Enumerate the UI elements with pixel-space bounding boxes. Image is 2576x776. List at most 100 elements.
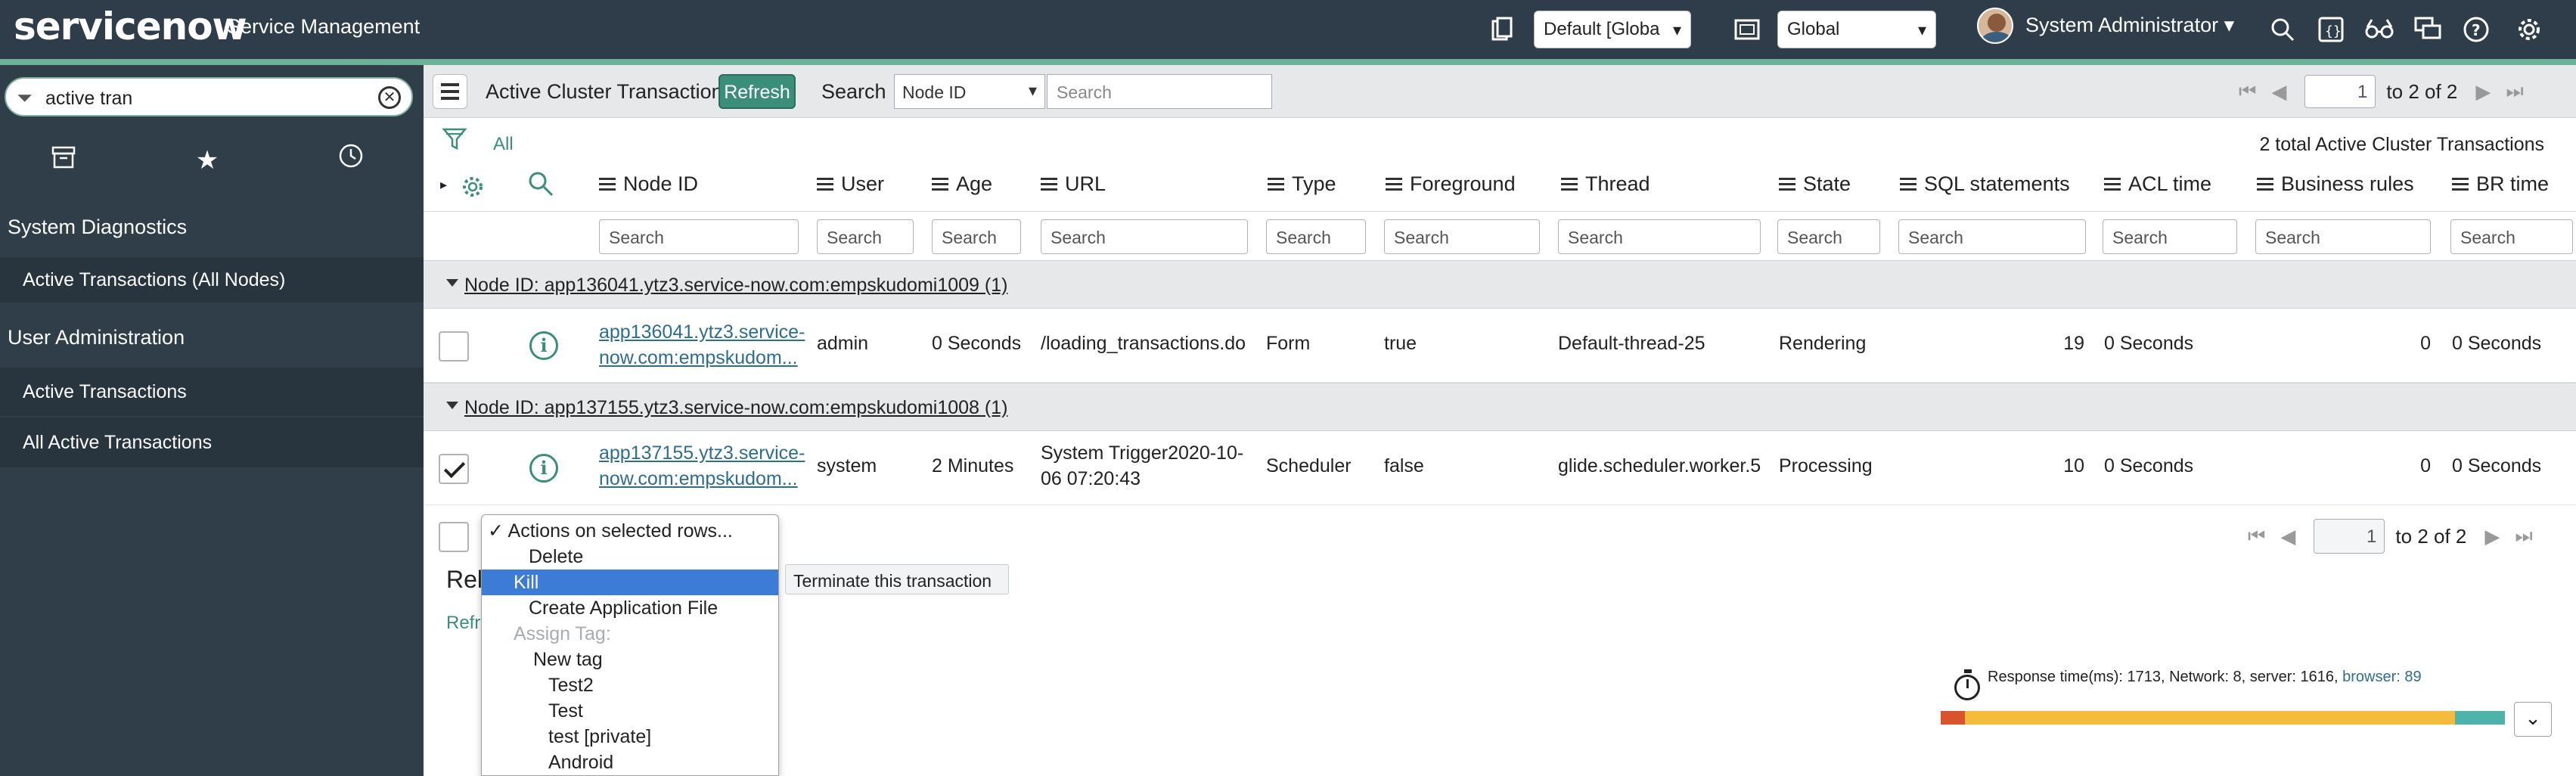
update-set-icon[interactable] <box>1487 11 1517 48</box>
page-number-input[interactable]: 1 <box>2304 75 2376 108</box>
filter-icon[interactable] <box>442 126 467 159</box>
first-page-icon[interactable]: ⏮ <box>2248 524 2265 548</box>
chevron-down-icon[interactable]: ⌄ <box>2514 702 2552 737</box>
column-menu-icon[interactable] <box>1268 178 1284 191</box>
age-search-input[interactable]: Search <box>932 219 1021 254</box>
nav-module-active-transactions-all-nodes[interactable]: Active Transactions (All Nodes) <box>0 257 424 303</box>
thread-search-input[interactable]: Search <box>1558 219 1761 254</box>
column-header-thread[interactable]: Thread <box>1561 172 1650 196</box>
column-header-type[interactable]: Type <box>1268 172 1336 196</box>
row-select-checkbox[interactable] <box>439 454 469 484</box>
group-label[interactable]: Node ID: app137155.ytz3.service-now.com:… <box>464 397 1007 419</box>
column-menu-icon[interactable] <box>2452 178 2469 191</box>
group-row-node-1[interactable]: Node ID: app136041.ytz3.service-now.com:… <box>424 260 2576 309</box>
search-icon[interactable] <box>2266 11 2299 48</box>
column-menu-icon[interactable] <box>599 178 616 191</box>
business-rules-search-input[interactable]: Search <box>2255 219 2431 254</box>
br-time-search-input[interactable]: Search <box>2450 219 2573 254</box>
search-field-select[interactable]: Node ID ▾ <box>894 74 1045 109</box>
impersonate-icon[interactable] <box>2363 11 2396 48</box>
node-id-link[interactable]: app137155.ytz3.service-now.com:empskudom… <box>599 440 805 492</box>
column-header-acl-time[interactable]: ACL time <box>2104 172 2211 196</box>
column-header-url[interactable]: URL <box>1041 172 1106 196</box>
menu-item-actions-header[interactable]: ✓ Actions on selected rows... <box>482 518 778 544</box>
menu-item-delete[interactable]: Delete <box>482 544 778 570</box>
next-page-icon[interactable]: ▶ <box>2475 80 2491 104</box>
scope-select[interactable]: Global ▾ <box>1777 11 1936 48</box>
first-page-icon[interactable]: ⏮ <box>2239 79 2256 104</box>
stopwatch-icon[interactable] <box>1954 669 1980 700</box>
column-header-age[interactable]: Age <box>932 172 992 196</box>
nav-section-user-administration[interactable]: User Administration <box>0 315 424 360</box>
row-select-checkbox[interactable] <box>439 331 469 362</box>
type-search-input[interactable]: Search <box>1266 219 1366 254</box>
column-menu-icon[interactable] <box>817 178 833 191</box>
list-search-input[interactable]: Search <box>1047 74 1272 109</box>
info-icon[interactable]: i <box>529 331 558 360</box>
user-menu[interactable]: System Administrator ▾ <box>2025 14 2234 37</box>
node-id-search-input[interactable]: Search <box>599 219 799 254</box>
navigator-filter-input[interactable]: ⏷ active tran ✕ <box>5 77 413 116</box>
nav-module-all-active-transactions[interactable]: All Active Transactions <box>0 417 424 467</box>
url-search-input[interactable]: Search <box>1041 219 1248 254</box>
browser-time-link[interactable]: browser: 89 <box>2342 669 2422 685</box>
column-header-user[interactable]: User <box>817 172 884 196</box>
avatar[interactable] <box>1977 8 2013 44</box>
application-scope-icon[interactable] <box>1732 11 1762 48</box>
clock-icon[interactable] <box>328 138 374 183</box>
last-page-icon[interactable]: ⏭ <box>2515 524 2532 548</box>
column-menu-icon[interactable] <box>2257 178 2273 191</box>
menu-item-create-application-file[interactable]: Create Application File <box>482 595 778 621</box>
page-number-input[interactable]: 1 <box>2314 519 2385 554</box>
state-search-input[interactable]: Search <box>1777 219 1880 254</box>
user-search-input[interactable]: Search <box>817 219 914 254</box>
menu-item-tag-test[interactable]: Test <box>482 698 778 724</box>
column-header-business-rules[interactable]: Business rules <box>2257 172 2414 196</box>
clear-icon[interactable]: ✕ <box>378 86 401 109</box>
menu-item-kill[interactable]: Kill <box>482 570 778 595</box>
node-id-link[interactable]: app136041.ytz3.service-now.com:empskudom… <box>599 319 805 371</box>
connect-chat-icon[interactable] <box>2411 11 2444 48</box>
info-icon[interactable]: i <box>529 454 558 483</box>
last-page-icon[interactable]: ⏭ <box>2506 79 2523 104</box>
script-debugger-icon[interactable]: {} <box>2314 11 2348 48</box>
nav-module-active-transactions[interactable]: Active Transactions <box>0 368 424 416</box>
menu-item-tag-test2[interactable]: Test2 <box>482 672 778 698</box>
column-search-toggle-icon[interactable] <box>526 169 555 202</box>
group-row-node-2[interactable]: Node ID: app137155.ytz3.service-now.com:… <box>424 383 2576 431</box>
collapse-group-icon[interactable] <box>446 402 458 409</box>
column-header-foreground[interactable]: Foreground <box>1386 172 1516 196</box>
select-all-checkbox[interactable] <box>439 522 469 552</box>
column-header-sql-statements[interactable]: SQL statements <box>1900 172 2070 196</box>
gear-icon[interactable] <box>2512 11 2546 48</box>
star-icon[interactable]: ★ <box>185 138 230 183</box>
next-page-icon[interactable]: ▶ <box>2484 525 2500 548</box>
personalize-list-gear-icon[interactable] <box>460 174 486 203</box>
column-menu-icon[interactable] <box>2104 178 2121 191</box>
menu-item-new-tag[interactable]: New tag <box>482 647 778 672</box>
acl-time-search-input[interactable]: Search <box>2103 219 2237 254</box>
help-icon[interactable]: ? <box>2460 11 2493 48</box>
group-label[interactable]: Node ID: app136041.ytz3.service-now.com:… <box>464 275 1007 296</box>
expand-all-icon[interactable]: ▸ <box>440 177 447 193</box>
breadcrumb-all-link[interactable]: All <box>493 134 514 155</box>
column-header-br-time[interactable]: BR time <box>2452 172 2549 196</box>
column-menu-icon[interactable] <box>1561 178 1578 191</box>
servicenow-logo[interactable]: servicenow <box>14 5 247 48</box>
column-menu-icon[interactable] <box>1386 178 1402 191</box>
previous-page-icon[interactable]: ◀ <box>2271 80 2286 104</box>
archive-icon[interactable] <box>41 138 86 183</box>
column-menu-icon[interactable] <box>1779 178 1795 191</box>
update-set-select[interactable]: Default [Globa ▾ <box>1534 11 1691 48</box>
column-header-node-id[interactable]: Node ID <box>599 172 698 196</box>
column-menu-icon[interactable] <box>932 178 948 191</box>
list-context-menu-button[interactable] <box>433 74 467 109</box>
column-menu-icon[interactable] <box>1900 178 1916 191</box>
refresh-button[interactable]: Refresh <box>718 74 796 109</box>
menu-item-tag-test-private[interactable]: test [private] <box>482 724 778 750</box>
menu-item-tag-android[interactable]: Android <box>482 750 778 775</box>
collapse-group-icon[interactable] <box>446 279 458 287</box>
previous-page-icon[interactable]: ◀ <box>2280 525 2295 548</box>
foreground-search-input[interactable]: Search <box>1384 219 1540 254</box>
column-header-state[interactable]: State <box>1779 172 1851 196</box>
